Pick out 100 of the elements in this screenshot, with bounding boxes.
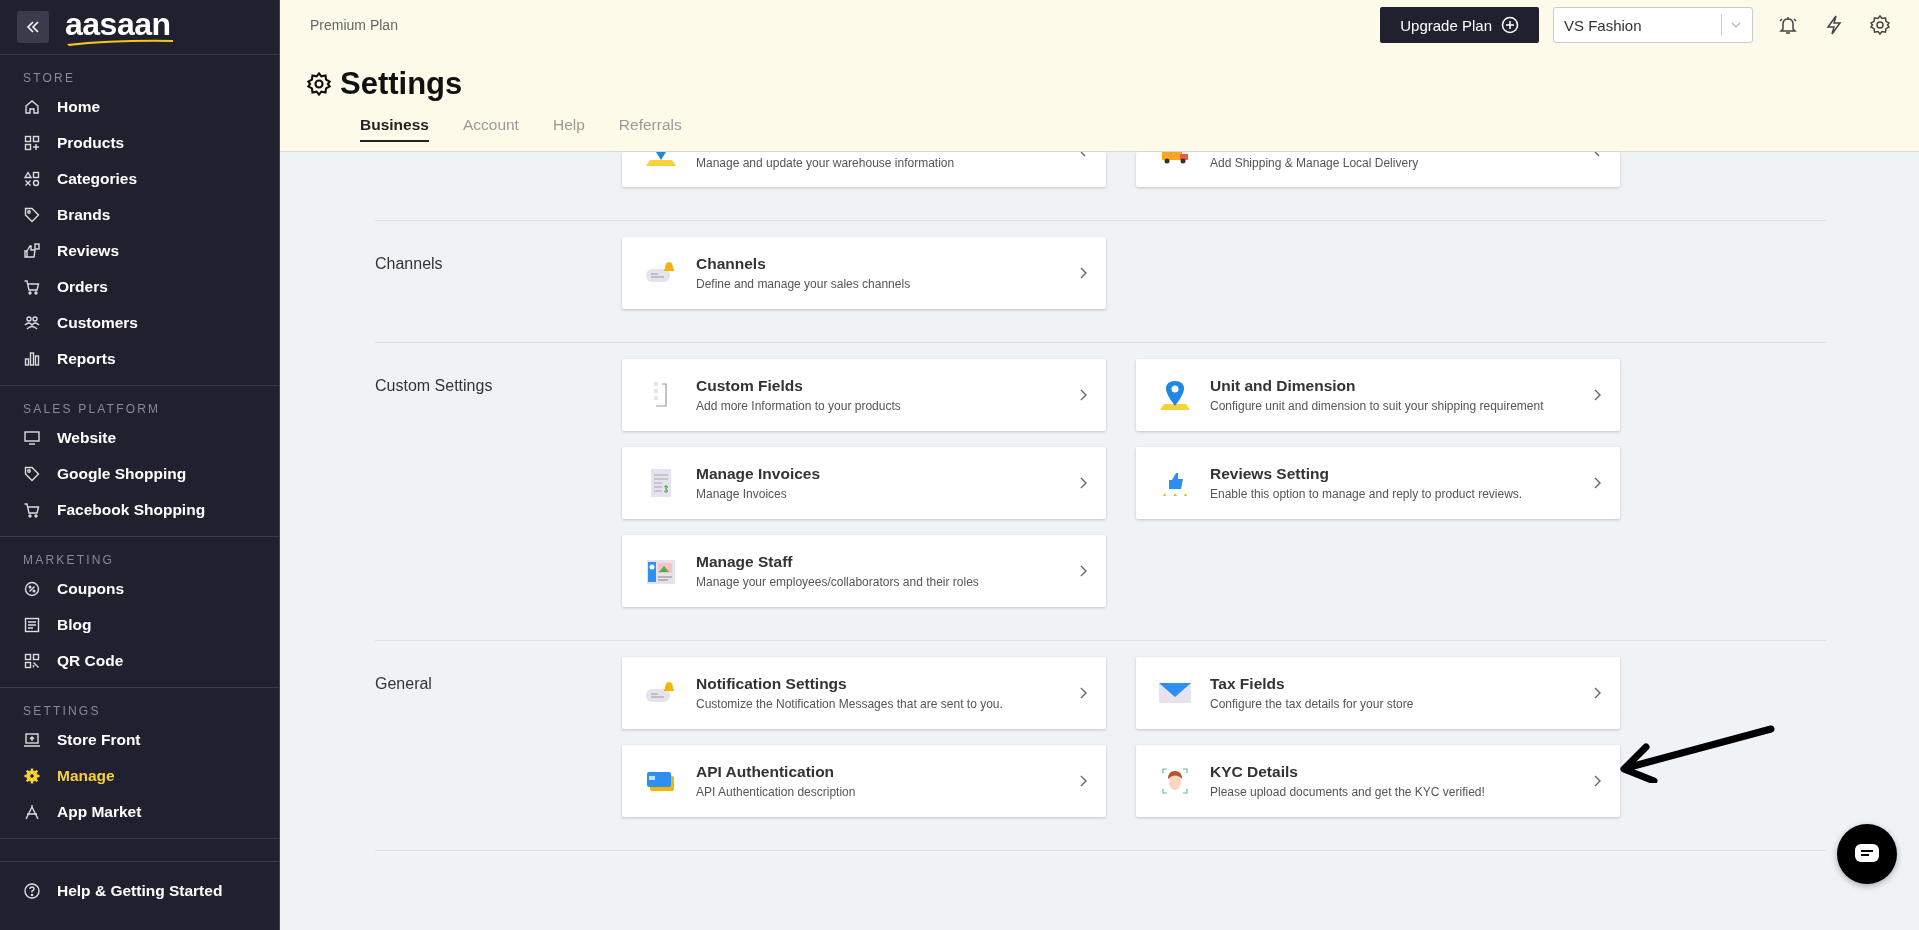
shapes-icon (23, 170, 41, 188)
map-pin-icon (644, 152, 678, 166)
chevron-icon (1078, 476, 1088, 490)
people-icon (23, 314, 41, 332)
section-label: General (375, 675, 432, 692)
settings-icon[interactable] (1869, 14, 1891, 36)
settings-card[interactable]: Reviews Setting Enable this option to manage and reply to product reviews. (1136, 447, 1620, 519)
card-description: API Authentication description (696, 785, 857, 799)
chevron-icon (1592, 152, 1602, 158)
nav-item[interactable]: Store Front (0, 722, 279, 758)
compass-icon (23, 803, 41, 821)
badge-icon (23, 580, 41, 598)
tag-icon (23, 465, 41, 483)
nav-item[interactable]: Website (0, 420, 279, 456)
section-label: Channels (375, 255, 443, 272)
card-title: Custom Fields (696, 377, 804, 395)
chevron-icon (1592, 476, 1602, 490)
settings-card[interactable]: KYC Details Please upload documents and get the KYC verified! (1136, 745, 1620, 817)
document-icon (23, 616, 41, 634)
card-title: API Authentication (696, 763, 836, 781)
card-description: Customize the Notification Messages that are sent to you. (696, 697, 1004, 711)
settings-card[interactable]: Channels Define and manage your sales channels (622, 237, 1106, 309)
card-description: Enable this option to manage and reply to product reviews. (1210, 487, 1524, 501)
section-heading: STORE (22, 70, 77, 87)
nav-item[interactable]: QR Code (0, 643, 279, 679)
store-select[interactable]: VS Fashion (1553, 7, 1753, 43)
card-description: Please upload documents and get the KYC verified! (1210, 785, 1486, 799)
settings-card[interactable]: Manage Invoices Manage Invoices (622, 447, 1106, 519)
help-icon (23, 882, 41, 900)
bell-icon[interactable] (1777, 14, 1799, 36)
tag-icon (23, 206, 41, 224)
gear-icon (23, 767, 41, 785)
help-link[interactable]: Help & Getting Started (0, 862, 279, 920)
chat-button[interactable] (1837, 824, 1897, 884)
collapse-button[interactable] (17, 11, 49, 43)
chevron-icon (1592, 388, 1602, 402)
card-description: Add Shipping & Manage Local Delivery (1210, 156, 1420, 170)
nav-item[interactable]: Customers (0, 305, 279, 341)
nav-item[interactable]: Coupons (0, 571, 279, 607)
nav-item[interactable]: Home (0, 89, 279, 125)
nav-item[interactable]: Categories (0, 161, 279, 197)
card-title: Notification Settings (696, 675, 848, 693)
qr-code-icon (23, 652, 41, 670)
logo: aasaan (65, 10, 171, 44)
thumbs-up-icon (23, 242, 41, 260)
chevron-icon (1078, 774, 1088, 788)
double-chevron-left-icon (25, 19, 41, 35)
card-title: Unit and Dimension (1210, 377, 1357, 395)
laptop-icon (23, 731, 41, 749)
section-label: Custom Settings (375, 377, 493, 394)
upgrade-plan-button[interactable]: Upgrade Plan (1380, 7, 1539, 43)
home-icon (23, 98, 41, 116)
settings-card[interactable]: API Authentication API Authentication description (622, 745, 1106, 817)
settings-card[interactable]: Manage Staff Manage your employees/collaborators and their roles (622, 535, 1106, 607)
chat-icon (1854, 843, 1880, 865)
chevron-icon (1078, 152, 1088, 158)
section-heading: MARKETING (22, 552, 116, 569)
monitor-icon (23, 429, 41, 447)
nav-item[interactable]: Manage (0, 758, 279, 794)
chevron-icon (1592, 686, 1602, 700)
plan-label: Premium Plan (310, 17, 398, 33)
bar-chart-icon (23, 350, 41, 368)
cart-icon (23, 501, 41, 519)
tab[interactable]: Business (360, 116, 429, 142)
nav-item[interactable]: Reviews (0, 233, 279, 269)
card-title: Tax Fields (1210, 675, 1286, 693)
card-description: Manage your employees/collaborators and their roles (696, 575, 980, 589)
section-heading: SALES PLATFORM (22, 401, 162, 418)
nav-item[interactable]: Blog (0, 607, 279, 643)
card-description: Manage Invoices (696, 487, 788, 501)
chevron-icon (1592, 774, 1602, 788)
settings-card[interactable]: Tax Fields Configure the tax details for your store (1136, 657, 1620, 729)
card-title: Reviews Setting (1210, 465, 1330, 483)
settings-card[interactable]: Unit and Dimension Configure unit and dimension to suit your shipping requirement (1136, 359, 1620, 431)
settings-card[interactable]: Custom Fields Add more Information to your products (622, 359, 1106, 431)
nav-item[interactable]: Google Shopping (0, 456, 279, 492)
nav-item[interactable]: Brands (0, 197, 279, 233)
nav-item[interactable]: Products (0, 125, 279, 161)
chevron-icon (1078, 564, 1088, 578)
card-description: Add more Information to your products (696, 399, 902, 413)
plus-circle-icon (1501, 16, 1519, 34)
card-description: Configure the tax details for your store (1210, 697, 1415, 711)
nav-item[interactable]: App Market (0, 794, 279, 830)
chevron-icon (1078, 388, 1088, 402)
nav-item[interactable]: Orders (0, 269, 279, 305)
page-title: Settings (340, 66, 463, 102)
nav-item[interactable]: Facebook Shopping (0, 492, 279, 528)
chevron-icon (1078, 266, 1088, 280)
card-description: Manage and update your warehouse information (696, 156, 956, 170)
card-title: KYC Details (1210, 763, 1299, 781)
settings-card[interactable]: Notification Settings Customize the Notification Messages that are sent to you. (622, 657, 1106, 729)
chevron-icon (1078, 686, 1088, 700)
settings-card[interactable]: Manage and update your warehouse information (622, 152, 1106, 187)
card-title: Channels (696, 255, 767, 273)
settings-card[interactable]: Add Shipping & Manage Local Delivery (1136, 152, 1620, 187)
map-pin-icon (1158, 378, 1192, 412)
section-heading: SETTINGS (22, 703, 102, 720)
nav-item[interactable]: Reports (0, 341, 279, 377)
card-title: Manage Staff (696, 553, 794, 571)
settings-icon (306, 71, 332, 97)
